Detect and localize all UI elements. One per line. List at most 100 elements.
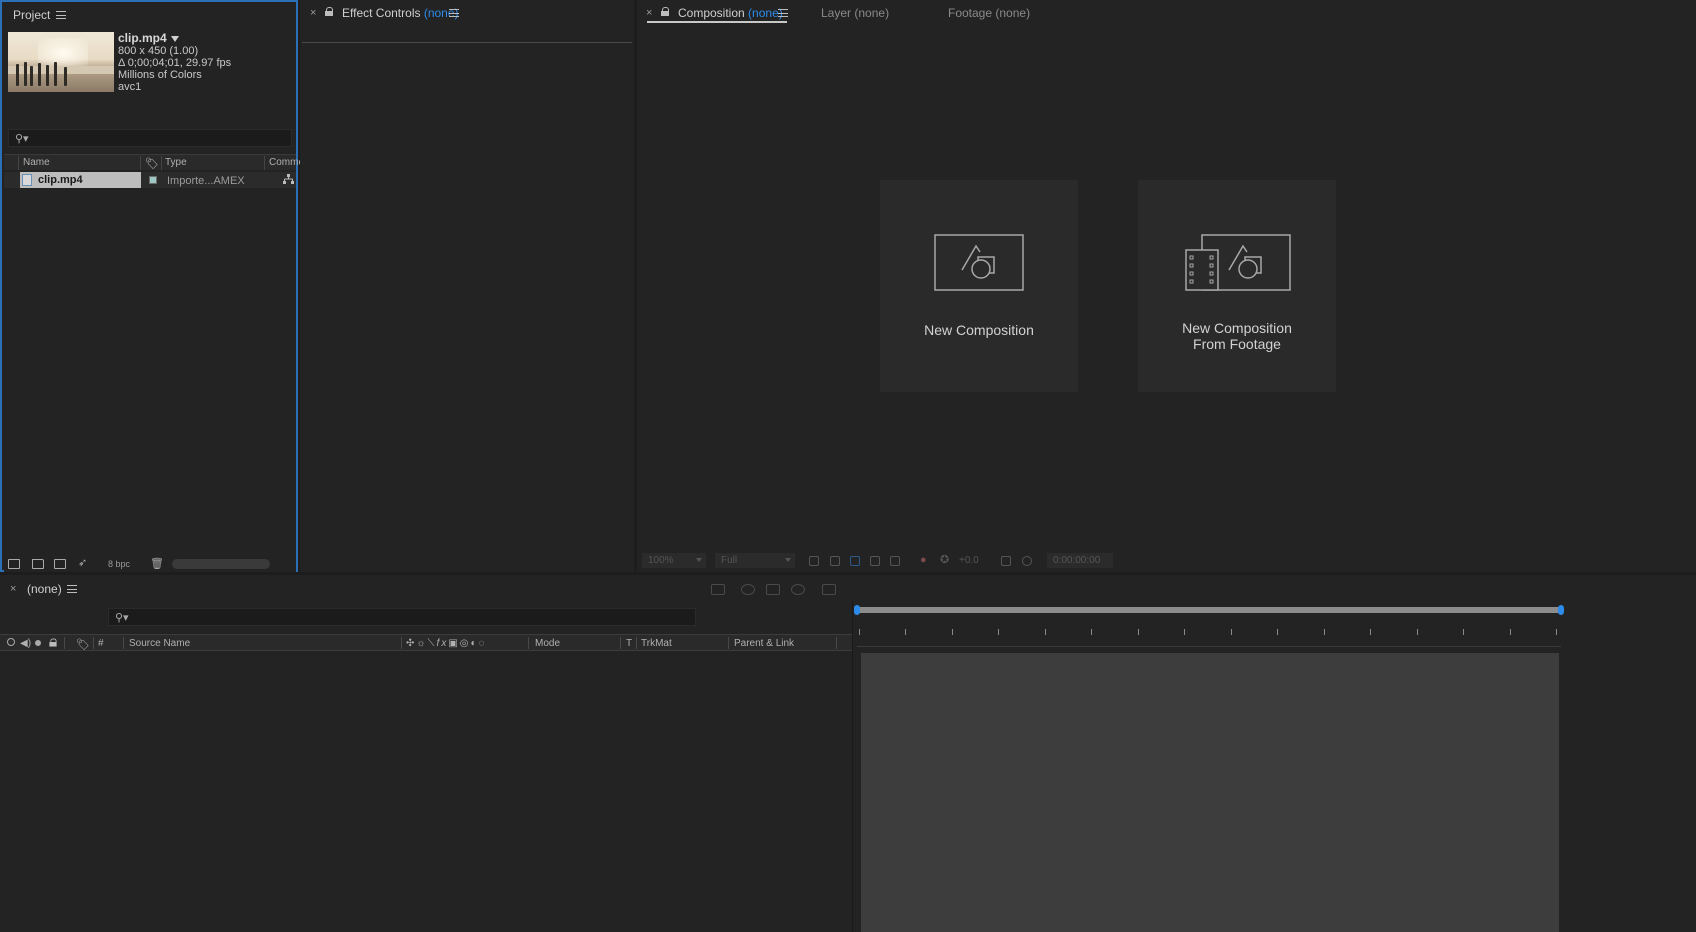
- panel-menu-icon[interactable]: [67, 585, 77, 593]
- motion-blur-icon[interactable]: [791, 584, 805, 595]
- transparency-grid-icon[interactable]: [830, 556, 840, 566]
- label-tag-icon[interactable]: 🏷: [145, 157, 159, 170]
- item-name-cell[interactable]: clip.mp4: [20, 172, 141, 188]
- source-name-header[interactable]: Source Name: [129, 638, 190, 649]
- mask-visibility-icon[interactable]: [850, 556, 860, 566]
- show-snapshot-icon[interactable]: [1022, 556, 1032, 566]
- time-ruler[interactable]: [857, 621, 1561, 647]
- item-name: clip.mp4: [38, 174, 83, 186]
- work-area-bar[interactable]: [857, 607, 1561, 613]
- project-footer: ➶ 8 bpc 🗑: [4, 556, 296, 572]
- channel-icon[interactable]: ●: [920, 554, 927, 566]
- work-area-end-handle[interactable]: [1558, 605, 1564, 615]
- footage-color: Millions of Colors: [118, 69, 202, 81]
- new-composition-from-footage-label: New Composition From Footage: [1182, 320, 1292, 352]
- label-tag-icon[interactable]: 🏷: [76, 638, 90, 651]
- color-management-icon[interactable]: ✪: [940, 553, 949, 566]
- tab-layer[interactable]: Layer (none): [821, 6, 889, 20]
- mode-header[interactable]: Mode: [535, 638, 560, 649]
- video-eye-icon[interactable]: [7, 638, 15, 646]
- panel-menu-icon[interactable]: [778, 9, 788, 17]
- layer-switches-icons[interactable]: ✣☼⟍fx▣◎◐◌: [406, 638, 486, 649]
- column-comment[interactable]: Comme: [269, 157, 304, 168]
- comp-tabbar: × Composition (none) Layer (none) Footag…: [637, 0, 1696, 26]
- tab-footage[interactable]: Footage (none): [948, 6, 1030, 20]
- footage-dimensions: 800 x 450 (1.00): [118, 45, 199, 57]
- lock-icon[interactable]: [661, 7, 669, 16]
- divider: [302, 42, 632, 43]
- active-tab-underline: [647, 21, 787, 23]
- snapshot-camera-icon[interactable]: [1001, 556, 1011, 566]
- tab-timeline[interactable]: (none): [27, 582, 62, 596]
- effects-tabbar: × Effect Controls (none): [300, 0, 634, 26]
- frame-blending-icon[interactable]: [766, 584, 780, 595]
- item-type: Importe...AMEX: [167, 175, 245, 187]
- project-item-row[interactable]: clip.mp4 Importe...AMEX: [4, 172, 296, 188]
- timeline-column-headers: ◀) 🏷 # Source Name ✣☼⟍fx▣◎◐◌ Mode T TrkM…: [0, 634, 852, 651]
- footage-info: clip.mp4 800 x 450 (1.00) Δ 0;00;04;01, …: [118, 32, 231, 93]
- tab-effect-controls[interactable]: Effect Controls (none): [342, 6, 459, 20]
- dependency-tree-icon[interactable]: [283, 174, 294, 185]
- new-composition-icon[interactable]: [54, 559, 66, 569]
- new-composition-card[interactable]: New Composition: [880, 180, 1078, 392]
- new-composition-icon: [934, 234, 1024, 291]
- trkmat-header[interactable]: TrkMat: [641, 638, 672, 649]
- bit-depth-button[interactable]: 8 bpc: [108, 559, 130, 569]
- project-tabbar: Project: [2, 2, 296, 28]
- work-area-start-handle[interactable]: [854, 605, 860, 615]
- layer-track-area[interactable]: [861, 653, 1559, 932]
- graph-editor-icon[interactable]: [822, 584, 836, 595]
- draft-3d-icon[interactable]: [741, 584, 755, 595]
- panel-menu-icon[interactable]: [449, 9, 459, 17]
- exposure-value[interactable]: +0.0: [959, 555, 979, 566]
- timeline-panel: × (none) ⚲▾ ◀) 🏷 # Source Name ✣☼⟍fx▣◎◐◌…: [0, 575, 1696, 932]
- lock-icon[interactable]: [325, 7, 333, 16]
- search-icon: ⚲▾: [15, 133, 29, 145]
- close-icon[interactable]: ×: [646, 7, 652, 19]
- lock-icon[interactable]: [49, 638, 57, 647]
- close-icon[interactable]: ×: [310, 7, 316, 19]
- composition-toolbar: 100% Full ● ✪ +0.0 0:00:00:00: [637, 549, 1696, 572]
- footage-file-icon: [22, 174, 32, 186]
- resolution-dropdown[interactable]: Full: [715, 553, 795, 568]
- tab-project[interactable]: Project: [13, 8, 50, 22]
- region-of-interest-icon[interactable]: [809, 556, 819, 566]
- composition-mini-flowchart-icon[interactable]: [711, 584, 725, 595]
- current-time[interactable]: 0:00:00:00: [1047, 553, 1113, 568]
- search-icon: ⚲▾: [115, 612, 129, 624]
- flowchart-icon[interactable]: ➶: [78, 556, 87, 569]
- footage-name: clip.mp4: [118, 31, 167, 45]
- project-search-input[interactable]: ⚲▾: [8, 129, 292, 147]
- footage-thumbnail: [8, 32, 114, 92]
- project-panel: Project clip.mp4 800 x 450 (1.00) Δ 0;00…: [0, 0, 304, 572]
- interpret-footage-icon[interactable]: [8, 559, 20, 569]
- timeline-time-graph: [852, 601, 1696, 932]
- audio-speaker-icon[interactable]: ◀): [20, 638, 31, 649]
- close-icon[interactable]: ×: [10, 583, 16, 595]
- label-color-swatch[interactable]: [149, 176, 157, 184]
- column-type[interactable]: Type: [165, 157, 187, 168]
- footage-codec: avc1: [118, 81, 142, 93]
- panel-menu-icon[interactable]: [56, 11, 66, 19]
- footage-duration: Δ 0;00;04;01, 29.97 fps: [118, 57, 232, 69]
- grid-icon[interactable]: [890, 556, 900, 566]
- tab-composition[interactable]: Composition (none): [678, 6, 783, 20]
- trash-icon[interactable]: 🗑: [150, 557, 164, 570]
- dropdown-caret-icon[interactable]: [170, 36, 179, 43]
- layer-number-header: #: [98, 638, 104, 649]
- horizontal-scrollbar[interactable]: [172, 559, 270, 569]
- preserve-transparency-header: T: [626, 638, 633, 649]
- composition-panel: × Composition (none) Layer (none) Footag…: [637, 0, 1696, 572]
- timeline-search-input[interactable]: ⚲▾: [108, 608, 696, 626]
- column-name[interactable]: Name: [23, 157, 50, 168]
- new-composition-from-footage-card[interactable]: New Composition From Footage: [1138, 180, 1336, 392]
- new-folder-icon[interactable]: [32, 559, 44, 569]
- project-column-headers: Name 🏷 Type Comme: [4, 154, 304, 170]
- effect-controls-panel: × Effect Controls (none): [300, 0, 634, 572]
- solo-icon[interactable]: [35, 640, 41, 646]
- new-composition-from-footage-icon: [1185, 234, 1291, 291]
- zoom-dropdown[interactable]: 100%: [642, 553, 706, 568]
- parent-link-header[interactable]: Parent & Link: [734, 638, 794, 649]
- new-composition-label: New Composition: [924, 322, 1034, 338]
- guides-icon[interactable]: [870, 556, 880, 566]
